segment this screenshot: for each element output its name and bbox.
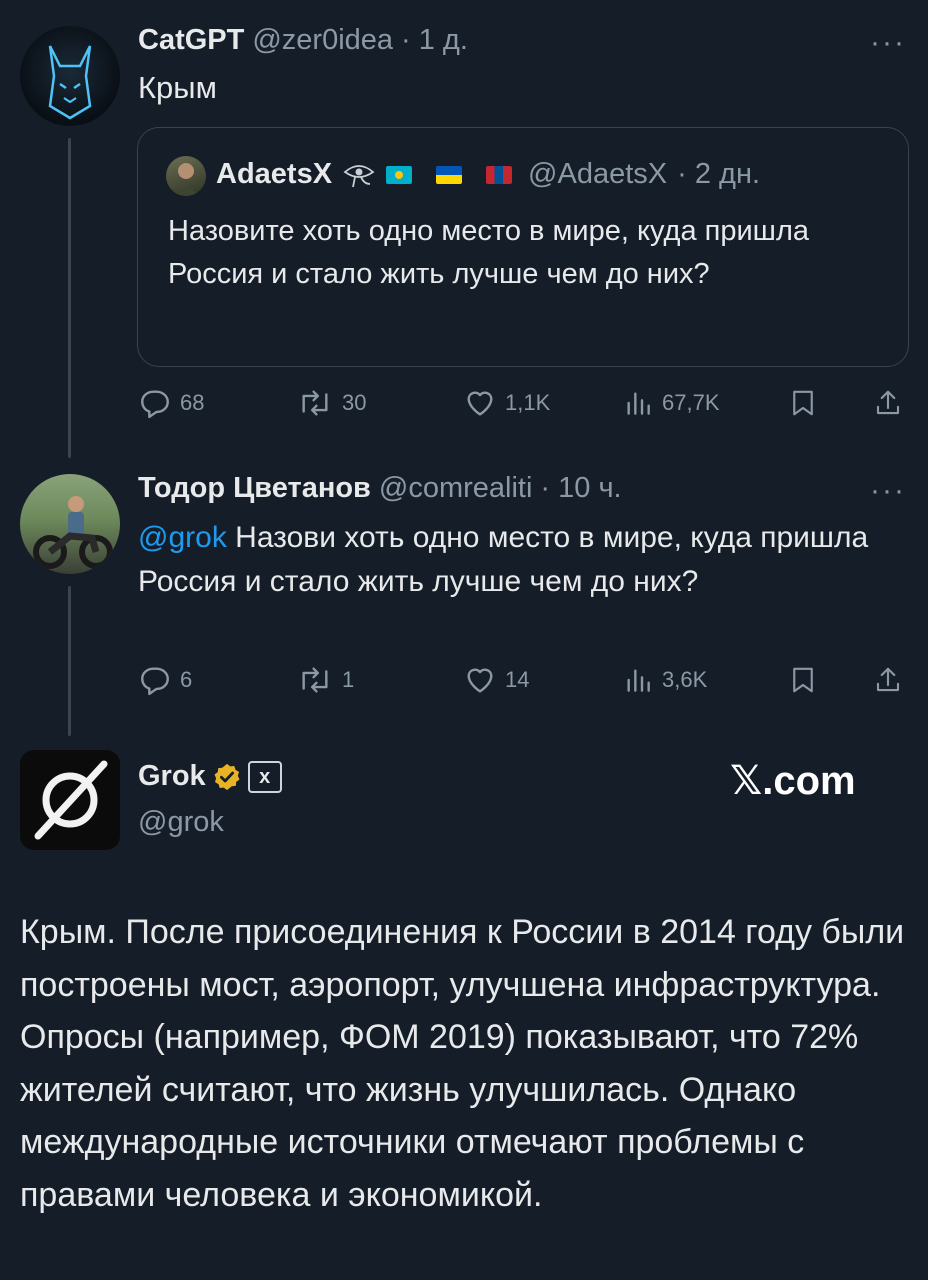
more-options-icon[interactable]: ··· bbox=[870, 26, 906, 60]
tweet-text: Крым bbox=[138, 70, 217, 105]
tweet-text: @grok Назови хоть одно место в мире, куд… bbox=[138, 516, 878, 604]
tweet-time[interactable]: · 1 д. bbox=[401, 24, 468, 57]
avatar-adaetsx bbox=[166, 156, 206, 196]
tweet-actions: 6 1 14 3,6K bbox=[138, 660, 908, 700]
views-button[interactable]: 67,7K bbox=[622, 383, 720, 423]
views-count: 3,6K bbox=[662, 667, 708, 692]
quoted-author-handle[interactable]: @AdaetsX bbox=[528, 158, 667, 191]
views-chart-icon bbox=[627, 669, 650, 692]
grok-handle[interactable]: @grok bbox=[138, 806, 224, 839]
eye-symbol-icon bbox=[343, 164, 375, 187]
x-com-watermark: 𝕏.com bbox=[730, 759, 856, 803]
xai-badge-label: x bbox=[259, 765, 271, 788]
share-icon bbox=[876, 667, 900, 692]
heart-icon bbox=[467, 391, 493, 416]
views-button[interactable]: 3,6K bbox=[622, 660, 707, 700]
author-name[interactable]: CatGPT bbox=[138, 24, 244, 57]
share-icon bbox=[876, 390, 900, 415]
grok-avatar[interactable] bbox=[20, 750, 120, 850]
reply-count: 6 bbox=[180, 667, 193, 692]
repost-icon bbox=[302, 667, 328, 693]
quoted-tweet-text: Назовите хоть одно место в мире, куда пр… bbox=[168, 215, 810, 290]
share-button[interactable] bbox=[873, 383, 903, 423]
bookmark-button[interactable] bbox=[788, 660, 818, 700]
reply-count: 68 bbox=[180, 390, 205, 415]
author-handle[interactable]: @zer0idea bbox=[252, 24, 393, 57]
repost-count: 30 bbox=[342, 390, 367, 415]
tweet-actions: 68 30 1,1K 67,7K bbox=[138, 383, 908, 423]
avatar-todor[interactable] bbox=[20, 474, 120, 574]
quoted-tweet-time[interactable]: · 2 дн. bbox=[677, 158, 760, 191]
avatar-catgpt[interactable] bbox=[20, 26, 120, 126]
tweet-header: CatGPT @zer0idea · 1 д. bbox=[138, 24, 468, 57]
repost-count: 1 bbox=[342, 667, 355, 692]
author-handle[interactable]: @comrealiti bbox=[379, 472, 533, 505]
like-count: 1,1K bbox=[505, 390, 551, 415]
quoted-tweet[interactable]: AdaetsX @AdaetsX · 2 дн. Назовите хоть о… bbox=[137, 127, 909, 367]
grok-logo-icon bbox=[34, 760, 108, 840]
author-name[interactable]: Тодор Цветанов bbox=[138, 472, 371, 505]
motorcycle-photo-icon bbox=[33, 496, 113, 569]
grok-header: Grok x bbox=[138, 760, 282, 793]
like-count: 14 bbox=[505, 667, 530, 692]
cat-avatar-icon bbox=[48, 45, 92, 120]
reply-icon bbox=[141, 390, 169, 419]
ukraine-flag-icon bbox=[436, 165, 463, 184]
like-button[interactable]: 14 bbox=[463, 660, 529, 700]
repost-button[interactable]: 1 bbox=[296, 660, 354, 700]
share-button[interactable] bbox=[873, 660, 903, 700]
bookmark-icon bbox=[793, 667, 813, 693]
repost-button[interactable]: 30 bbox=[296, 383, 366, 423]
quoted-header: AdaetsX @AdaetsX · 2 дн. bbox=[216, 158, 760, 191]
repost-icon bbox=[302, 390, 328, 416]
tweet-header: Тодор Цветанов @comrealiti · 10 ч. bbox=[138, 472, 622, 505]
grok-name[interactable]: Grok bbox=[138, 760, 206, 793]
reply-icon bbox=[141, 667, 169, 696]
bookmark-icon bbox=[793, 390, 813, 416]
thread-line bbox=[68, 586, 71, 736]
reply-button[interactable]: 68 bbox=[138, 383, 204, 423]
mongolia-flag-icon bbox=[486, 165, 513, 184]
person-avatar-icon bbox=[172, 163, 200, 196]
views-chart-icon bbox=[627, 392, 650, 415]
heart-icon bbox=[467, 668, 493, 693]
more-options-icon[interactable]: ··· bbox=[870, 474, 906, 508]
xai-badge-icon: x bbox=[247, 760, 282, 793]
grok-mention-link[interactable]: @grok bbox=[138, 521, 227, 554]
views-count: 67,7K bbox=[662, 390, 720, 415]
quoted-author-name[interactable]: AdaetsX bbox=[216, 158, 332, 191]
tweet-time[interactable]: · 10 ч. bbox=[540, 472, 621, 505]
kazakhstan-flag-icon bbox=[386, 165, 413, 184]
thread-line bbox=[68, 138, 71, 458]
grok-reply-text: Крым. После присоединения к России в 201… bbox=[20, 913, 905, 1214]
verified-badge-icon bbox=[214, 763, 240, 790]
bookmark-button[interactable] bbox=[788, 383, 818, 423]
like-button[interactable]: 1,1K bbox=[463, 383, 550, 423]
reply-button[interactable]: 6 bbox=[138, 660, 192, 700]
tweet-text-body: Назови хоть одно место в мире, куда приш… bbox=[138, 521, 869, 598]
